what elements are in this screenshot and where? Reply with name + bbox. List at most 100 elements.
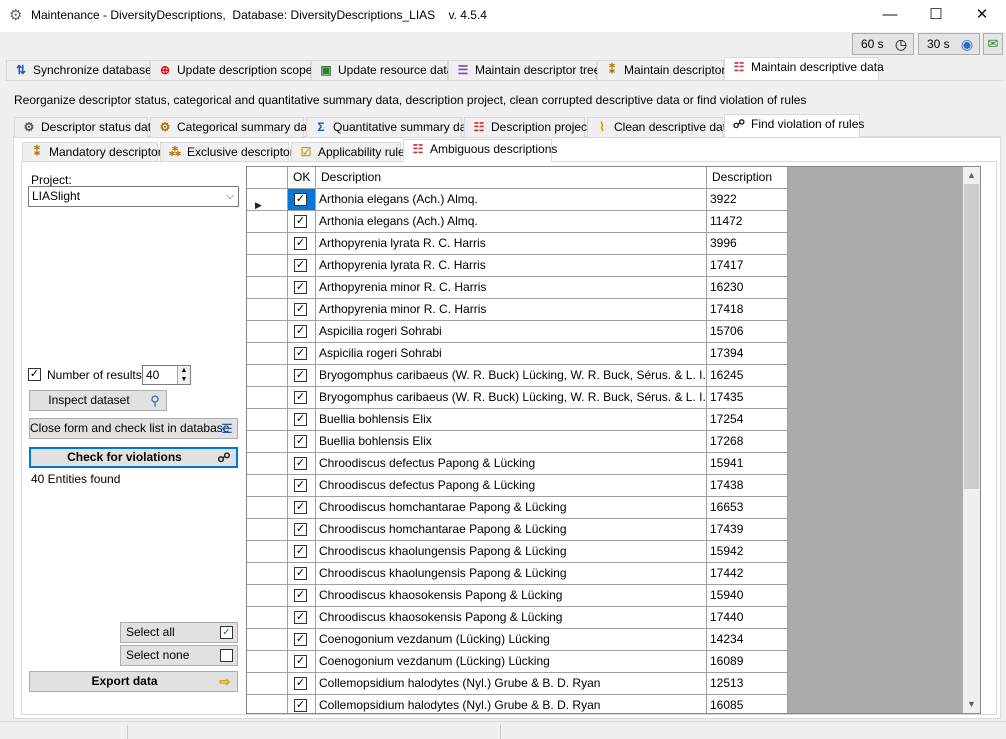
row-header[interactable]: [247, 497, 288, 519]
tab-exclusive-descriptors[interactable]: ⁂ Exclusive descriptors: [160, 142, 300, 162]
description-cell[interactable]: Aspicilia rogeri Sohrabi: [316, 321, 707, 343]
description-cell[interactable]: Chroodiscus khaolungensis Papong & Lücki…: [316, 563, 707, 585]
number-of-results-checkbox[interactable]: ✓: [28, 368, 41, 381]
tab-update-description-scopes[interactable]: ⊕ Update description scopes: [150, 60, 318, 80]
ambiguous-descriptions-grid[interactable]: OK Description Description ID ▶ ✓ Arthonia…: [246, 166, 981, 714]
ok-cell[interactable]: ✓: [288, 563, 316, 585]
table-row[interactable]: ✓ Chroodiscus homchantarae Papong & Lücki…: [247, 497, 788, 519]
column-header-description-id[interactable]: Description ID: [707, 167, 788, 205]
description-id-cell[interactable]: 3922: [707, 189, 788, 211]
description-id-cell[interactable]: 15941: [707, 453, 788, 475]
description-id-cell[interactable]: 17442: [707, 563, 788, 585]
ok-checkbox[interactable]: ✓: [294, 347, 307, 360]
description-id-cell[interactable]: 15942: [707, 541, 788, 563]
ok-checkbox[interactable]: ✓: [294, 259, 307, 272]
description-cell[interactable]: Buellia bohlensis Elix: [316, 409, 707, 431]
table-row[interactable]: ✓ Chroodiscus khaolungensis Papong & Lück…: [247, 563, 788, 585]
description-cell[interactable]: Aspicilia rogeri Sohrabi: [316, 343, 707, 365]
description-cell[interactable]: Arthonia elegans (Ach.) Almq.: [316, 189, 707, 211]
tab-synchronize-databases[interactable]: ⇅ Synchronize databases: [6, 60, 158, 80]
row-header[interactable]: [247, 277, 288, 299]
ok-cell[interactable]: ✓: [288, 343, 316, 365]
row-header[interactable]: [247, 695, 288, 713]
description-id-cell[interactable]: 17394: [707, 343, 788, 365]
ok-cell[interactable]: ✓: [288, 211, 316, 233]
ok-checkbox[interactable]: ✓: [294, 567, 307, 580]
row-header[interactable]: [247, 629, 288, 651]
feedback-mail-icon[interactable]: ✉: [983, 33, 1003, 55]
inspect-dataset-button[interactable]: Inspect dataset ⚲: [29, 390, 167, 411]
description-cell[interactable]: Chroodiscus khaosokensis Papong & Lückin…: [316, 607, 707, 629]
ok-cell[interactable]: ✓: [288, 189, 316, 211]
row-header[interactable]: [247, 519, 288, 541]
row-header[interactable]: [247, 365, 288, 387]
description-id-cell[interactable]: 15706: [707, 321, 788, 343]
column-header-description[interactable]: Description: [316, 167, 707, 189]
description-cell[interactable]: Buellia bohlensis Elix: [316, 431, 707, 453]
ok-cell[interactable]: ✓: [288, 453, 316, 475]
ok-checkbox[interactable]: ✓: [294, 325, 307, 338]
ok-checkbox[interactable]: ✓: [294, 479, 307, 492]
ok-cell[interactable]: ✓: [288, 629, 316, 651]
minimize-button[interactable]: —: [867, 0, 913, 32]
ok-checkbox[interactable]: ✓: [294, 215, 307, 228]
scroll-thumb[interactable]: [964, 184, 979, 489]
tab-ambiguous-descriptions[interactable]: ☷ Ambiguous descriptions: [403, 139, 557, 162]
stepper-down-icon[interactable]: ▼: [177, 375, 190, 384]
ok-cell[interactable]: ✓: [288, 695, 316, 713]
ok-cell[interactable]: ✓: [288, 497, 316, 519]
description-id-cell[interactable]: 14234: [707, 629, 788, 651]
table-row[interactable]: ✓ Coenogonium vezdanum (Lücking) Lücking 1…: [247, 651, 788, 673]
tab-maintain-descriptor-trees[interactable]: ☰ Maintain descriptor trees: [448, 60, 606, 80]
description-cell[interactable]: Collemopsidium halodytes (Nyl.) Grube & …: [316, 673, 707, 695]
description-cell[interactable]: Chroodiscus khaolungensis Papong & Lücki…: [316, 541, 707, 563]
table-row[interactable]: ✓ Aspicilia rogeri Sohrabi 17394: [247, 343, 788, 365]
ok-cell[interactable]: ✓: [288, 255, 316, 277]
ok-checkbox[interactable]: ✓: [294, 413, 307, 426]
description-id-cell[interactable]: 11472: [707, 211, 788, 233]
project-select[interactable]: LIASlight ⌵: [28, 186, 239, 207]
table-row[interactable]: ✓ Arthopyrenia lyrata R. C. Harris 3996: [247, 233, 788, 255]
description-cell[interactable]: Chroodiscus defectus Papong & Lücking: [316, 453, 707, 475]
row-header[interactable]: [247, 299, 288, 321]
description-id-cell[interactable]: 17268: [707, 431, 788, 453]
description-id-cell[interactable]: 15940: [707, 585, 788, 607]
table-row[interactable]: ✓ Arthopyrenia minor R. C. Harris 17418: [247, 299, 788, 321]
row-header[interactable]: [247, 563, 288, 585]
table-row[interactable]: ✓ Buellia bohlensis Elix 17254: [247, 409, 788, 431]
description-cell[interactable]: Arthopyrenia minor R. C. Harris: [316, 299, 707, 321]
description-cell[interactable]: Arthopyrenia minor R. C. Harris: [316, 277, 707, 299]
description-id-cell[interactable]: 16653: [707, 497, 788, 519]
tab-update-resource-data[interactable]: ▣ Update resource data: [311, 60, 453, 80]
ok-cell[interactable]: ✓: [288, 277, 316, 299]
ok-checkbox[interactable]: ✓: [294, 633, 307, 646]
row-header[interactable]: [247, 233, 288, 255]
close-button[interactable]: ✕: [959, 0, 1005, 32]
description-id-cell[interactable]: 17438: [707, 475, 788, 497]
tab-description-project[interactable]: ☷ Description project: [464, 117, 590, 137]
description-cell[interactable]: Chroodiscus defectus Papong & Lücking: [316, 475, 707, 497]
ok-cell[interactable]: ✓: [288, 673, 316, 695]
description-id-cell[interactable]: 17435: [707, 387, 788, 409]
ok-checkbox[interactable]: ✓: [294, 699, 307, 712]
scroll-down-icon[interactable]: ▼: [963, 696, 980, 713]
ok-checkbox[interactable]: ✓: [294, 303, 307, 316]
select-all-button[interactable]: Select all ✓: [120, 622, 238, 643]
row-header[interactable]: [247, 475, 288, 497]
ok-cell[interactable]: ✓: [288, 585, 316, 607]
description-cell[interactable]: Bryogomphus caribaeus (W. R. Buck) Lücki…: [316, 387, 707, 409]
ok-cell[interactable]: ✓: [288, 541, 316, 563]
ok-cell[interactable]: ✓: [288, 233, 316, 255]
ok-checkbox[interactable]: ✓: [294, 545, 307, 558]
table-row[interactable]: ✓ Chroodiscus defectus Papong & Lücking 17…: [247, 475, 788, 497]
ok-checkbox[interactable]: ✓: [294, 369, 307, 382]
ok-checkbox[interactable]: ✓: [294, 655, 307, 668]
description-cell[interactable]: Collemopsidium halodytes (Nyl.) Grube & …: [316, 695, 707, 713]
description-cell[interactable]: Arthopyrenia lyrata R. C. Harris: [316, 255, 707, 277]
ok-cell[interactable]: ✓: [288, 431, 316, 453]
tab-categorical-summary-data[interactable]: ⚙ Categorical summary data: [150, 117, 317, 137]
description-cell[interactable]: Coenogonium vezdanum (Lücking) Lücking: [316, 651, 707, 673]
table-row[interactable]: ✓ Chroodiscus khaosokensis Papong & Lücki…: [247, 607, 788, 629]
ok-checkbox[interactable]: ✓: [294, 435, 307, 448]
table-row[interactable]: ✓ Chroodiscus khaosokensis Papong & Lücki…: [247, 585, 788, 607]
